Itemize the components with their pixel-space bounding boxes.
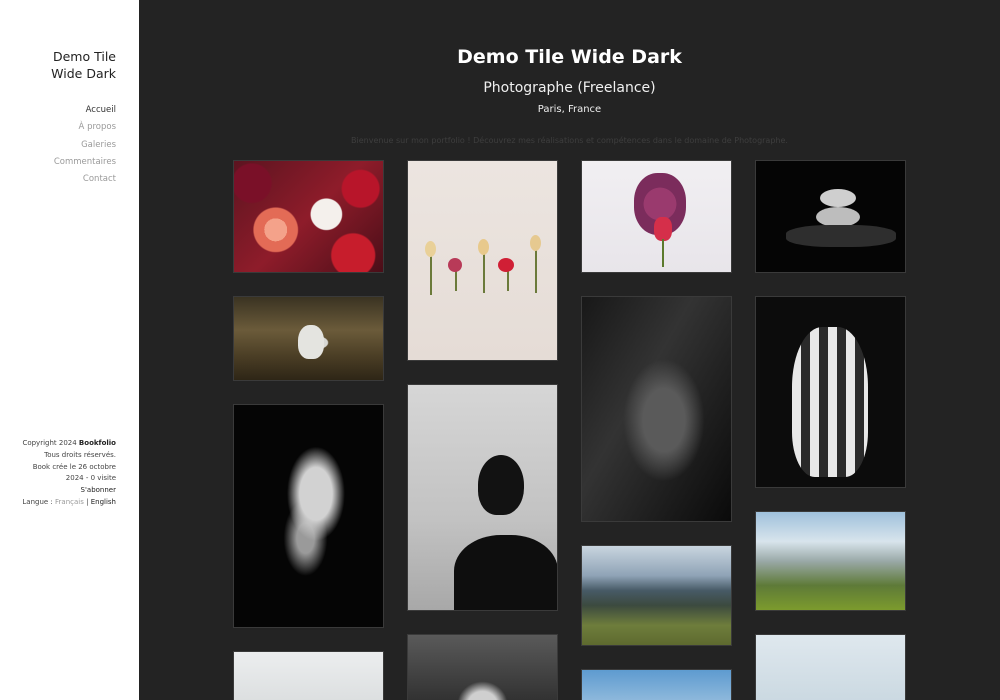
location-text: Paris, France — [537, 104, 602, 115]
nav-item-commentaires[interactable]: Commentaires — [54, 154, 116, 171]
gallery-photo-green-mountains[interactable] — [755, 511, 906, 611]
lang-fr-link[interactable]: Français — [55, 498, 84, 506]
nav-item-galeries[interactable]: Galeries — [54, 137, 116, 154]
subscribe-link[interactable]: S'abonner — [22, 485, 116, 497]
nav-item-a-propos[interactable]: À propos — [54, 119, 116, 136]
painted-face — [792, 327, 868, 477]
tulip-bloom — [654, 217, 672, 241]
page-title: Demo Tile Wide Dark — [457, 46, 682, 68]
nav-item-accueil[interactable]: Accueil — [54, 102, 116, 119]
intro-text: Bienvenue sur mon portfolio ! Découvrez … — [351, 136, 788, 145]
nav-item-contact[interactable]: Contact — [54, 171, 116, 188]
rabbit-shape — [298, 325, 324, 359]
gallery-photo-fog[interactable] — [233, 651, 384, 700]
lang-separator: | — [86, 497, 89, 506]
gallery-photo-contortionist[interactable] — [233, 404, 384, 628]
gallery-photo-stones[interactable] — [755, 160, 906, 273]
copyright-line: Copyright 2024 Bookfolio — [22, 438, 116, 450]
stone-bottom — [816, 207, 860, 227]
language-label: Langue : — [22, 497, 53, 506]
sidebar-footer: Copyright 2024 Bookfolio Tous droits rés… — [22, 438, 116, 509]
rights-text: Tous droits réservés. — [44, 450, 116, 459]
copyright-text: Copyright 2024 — [22, 439, 77, 447]
stones-base — [786, 225, 896, 247]
lang-en-link[interactable]: English — [91, 498, 116, 506]
silhouette-head — [478, 455, 524, 515]
page-subtitle: Photographe (Freelance) — [483, 80, 656, 96]
created-text: Book crée le 26 octobre — [32, 462, 116, 471]
gallery-photo-shadow-face[interactable] — [581, 296, 732, 522]
gallery-photo-silhouette[interactable] — [407, 384, 558, 611]
stone-top — [820, 189, 856, 207]
gallery-photo-pale-sky[interactable] — [755, 634, 906, 700]
main-nav: Accueil À propos Galeries Commentaires C… — [54, 102, 116, 188]
flower-stem — [662, 239, 664, 267]
sidebar: Demo Tile Wide Dark Accueil À propos Gal… — [0, 0, 139, 700]
gallery-photo-mountain-valley[interactable] — [581, 545, 732, 646]
gallery-photo-dried-flowers[interactable] — [407, 160, 558, 361]
gallery-photo-bouquet[interactable] — [233, 160, 384, 273]
gallery-photo-sky[interactable] — [581, 669, 732, 700]
gallery-photo-portrait[interactable] — [407, 634, 558, 700]
site-title-line1: Demo Tile — [52, 49, 116, 64]
site-title[interactable]: Demo Tile Wide Dark — [51, 48, 116, 82]
bookfolio-link[interactable]: Bookfolio — [79, 439, 116, 447]
visits-text: 2024 - 0 visite — [65, 474, 116, 483]
gallery-photo-rabbit[interactable] — [233, 296, 384, 381]
gallery-photo-face-paint[interactable] — [755, 296, 906, 488]
site-title-line2: Wide Dark — [51, 66, 116, 81]
language-switcher: Langue : Français | English — [22, 497, 116, 509]
main-content: Demo Tile Wide Dark Photographe (Freelan… — [139, 0, 1000, 700]
silhouette-shoulders — [454, 535, 557, 610]
gallery-photo-lilac[interactable] — [581, 160, 732, 273]
